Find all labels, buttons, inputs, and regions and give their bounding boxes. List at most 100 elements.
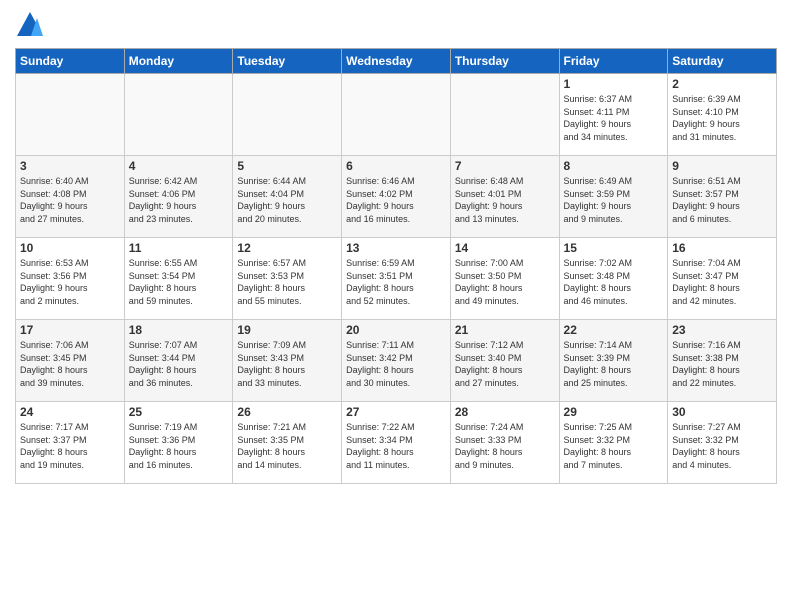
week-row-2: 3 Sunrise: 6:40 AM Sunset: 4:08 PM Daylig…	[16, 156, 777, 238]
day-info: Sunrise: 6:57 AM Sunset: 3:53 PM Dayligh…	[237, 257, 337, 307]
weekday-header-friday: Friday	[559, 49, 668, 74]
day-number: 3	[20, 159, 120, 173]
day-info: Sunrise: 7:24 AM Sunset: 3:33 PM Dayligh…	[455, 421, 555, 471]
calendar-cell: 18Sunrise: 7:07 AM Sunset: 3:44 PM Dayli…	[124, 320, 233, 402]
calendar-cell: 6 Sunrise: 6:46 AM Sunset: 4:02 PM Daylig…	[342, 156, 451, 238]
weekday-header-wednesday: Wednesday	[342, 49, 451, 74]
calendar-cell: 5 Sunrise: 6:44 AM Sunset: 4:04 PM Daylig…	[233, 156, 342, 238]
calendar-cell	[450, 74, 559, 156]
calendar-cell	[342, 74, 451, 156]
day-number: 8	[564, 159, 664, 173]
day-info: Sunrise: 7:25 AM Sunset: 3:32 PM Dayligh…	[564, 421, 664, 471]
day-number: 7	[455, 159, 555, 173]
day-number: 26	[237, 405, 337, 419]
day-info: Sunrise: 7:21 AM Sunset: 3:35 PM Dayligh…	[237, 421, 337, 471]
day-number: 16	[672, 241, 772, 255]
calendar-cell: 24 Sunrise: 7:17 AM Sunset: 3:37 PM Dayli…	[16, 402, 125, 484]
day-info: Sunrise: 6:51 AM Sunset: 3:57 PM Dayligh…	[672, 175, 772, 225]
calendar-cell: 10Sunrise: 6:53 AM Sunset: 3:56 PM Dayli…	[16, 238, 125, 320]
day-info: Sunrise: 6:55 AM Sunset: 3:54 PM Dayligh…	[129, 257, 229, 307]
day-info: Sunrise: 7:02 AM Sunset: 3:48 PM Dayligh…	[564, 257, 664, 307]
day-number: 15	[564, 241, 664, 255]
calendar-cell: 2Sunrise: 6:39 AM Sunset: 4:10 PM Daylig…	[668, 74, 777, 156]
calendar-cell: 19 Sunrise: 7:09 AM Sunset: 3:43 PM Dayli…	[233, 320, 342, 402]
weekday-header-saturday: Saturday	[668, 49, 777, 74]
calendar-cell: 25 Sunrise: 7:19 AM Sunset: 3:36 PM Dayli…	[124, 402, 233, 484]
day-number: 4	[129, 159, 229, 173]
day-number: 25	[129, 405, 229, 419]
calendar-cell: 15 Sunrise: 7:02 AM Sunset: 3:48 PM Dayli…	[559, 238, 668, 320]
calendar-cell: 20Sunrise: 7:11 AM Sunset: 3:42 PM Dayli…	[342, 320, 451, 402]
day-number: 17	[20, 323, 120, 337]
calendar-cell: 11 Sunrise: 6:55 AM Sunset: 3:54 PM Dayli…	[124, 238, 233, 320]
day-number: 13	[346, 241, 446, 255]
calendar-table: SundayMondayTuesdayWednesdayThursdayFrid…	[15, 48, 777, 484]
calendar-cell: 21Sunrise: 7:12 AM Sunset: 3:40 PM Dayli…	[450, 320, 559, 402]
day-number: 1	[564, 77, 664, 91]
calendar-cell: 28Sunrise: 7:24 AM Sunset: 3:33 PM Dayli…	[450, 402, 559, 484]
day-info: Sunrise: 7:27 AM Sunset: 3:32 PM Dayligh…	[672, 421, 772, 471]
day-info: Sunrise: 6:49 AM Sunset: 3:59 PM Dayligh…	[564, 175, 664, 225]
page: SundayMondayTuesdayWednesdayThursdayFrid…	[0, 0, 792, 612]
calendar-cell: 27 Sunrise: 7:22 AM Sunset: 3:34 PM Dayli…	[342, 402, 451, 484]
day-info: Sunrise: 7:19 AM Sunset: 3:36 PM Dayligh…	[129, 421, 229, 471]
day-info: Sunrise: 7:22 AM Sunset: 3:34 PM Dayligh…	[346, 421, 446, 471]
calendar-cell: 17 Sunrise: 7:06 AM Sunset: 3:45 PM Dayli…	[16, 320, 125, 402]
logo	[15, 10, 49, 40]
day-info: Sunrise: 7:06 AM Sunset: 3:45 PM Dayligh…	[20, 339, 120, 389]
calendar-cell: 7 Sunrise: 6:48 AM Sunset: 4:01 PM Daylig…	[450, 156, 559, 238]
weekday-header-row: SundayMondayTuesdayWednesdayThursdayFrid…	[16, 49, 777, 74]
calendar-cell: 22Sunrise: 7:14 AM Sunset: 3:39 PM Dayli…	[559, 320, 668, 402]
calendar-cell	[16, 74, 125, 156]
day-number: 12	[237, 241, 337, 255]
weekday-header-sunday: Sunday	[16, 49, 125, 74]
day-number: 11	[129, 241, 229, 255]
day-number: 14	[455, 241, 555, 255]
calendar-cell: 29Sunrise: 7:25 AM Sunset: 3:32 PM Dayli…	[559, 402, 668, 484]
day-info: Sunrise: 7:16 AM Sunset: 3:38 PM Dayligh…	[672, 339, 772, 389]
week-row-4: 17 Sunrise: 7:06 AM Sunset: 3:45 PM Dayli…	[16, 320, 777, 402]
calendar-cell: 26 Sunrise: 7:21 AM Sunset: 3:35 PM Dayli…	[233, 402, 342, 484]
day-number: 23	[672, 323, 772, 337]
day-info: Sunrise: 6:53 AM Sunset: 3:56 PM Dayligh…	[20, 257, 120, 307]
day-info: Sunrise: 7:09 AM Sunset: 3:43 PM Dayligh…	[237, 339, 337, 389]
calendar-cell	[233, 74, 342, 156]
week-row-3: 10Sunrise: 6:53 AM Sunset: 3:56 PM Dayli…	[16, 238, 777, 320]
calendar-cell: 8 Sunrise: 6:49 AM Sunset: 3:59 PM Daylig…	[559, 156, 668, 238]
logo-icon	[15, 10, 45, 40]
day-number: 6	[346, 159, 446, 173]
week-row-5: 24 Sunrise: 7:17 AM Sunset: 3:37 PM Dayli…	[16, 402, 777, 484]
weekday-header-tuesday: Tuesday	[233, 49, 342, 74]
day-info: Sunrise: 7:14 AM Sunset: 3:39 PM Dayligh…	[564, 339, 664, 389]
day-number: 5	[237, 159, 337, 173]
header	[15, 10, 777, 40]
weekday-header-monday: Monday	[124, 49, 233, 74]
calendar-cell: 3 Sunrise: 6:40 AM Sunset: 4:08 PM Daylig…	[16, 156, 125, 238]
day-number: 24	[20, 405, 120, 419]
day-info: Sunrise: 7:12 AM Sunset: 3:40 PM Dayligh…	[455, 339, 555, 389]
weekday-header-thursday: Thursday	[450, 49, 559, 74]
day-info: Sunrise: 7:17 AM Sunset: 3:37 PM Dayligh…	[20, 421, 120, 471]
calendar-cell: 12 Sunrise: 6:57 AM Sunset: 3:53 PM Dayli…	[233, 238, 342, 320]
week-row-1: 1 Sunrise: 6:37 AM Sunset: 4:11 PM Daylig…	[16, 74, 777, 156]
day-number: 27	[346, 405, 446, 419]
calendar-cell: 14Sunrise: 7:00 AM Sunset: 3:50 PM Dayli…	[450, 238, 559, 320]
day-info: Sunrise: 7:04 AM Sunset: 3:47 PM Dayligh…	[672, 257, 772, 307]
day-number: 9	[672, 159, 772, 173]
calendar-cell: 9 Sunrise: 6:51 AM Sunset: 3:57 PM Daylig…	[668, 156, 777, 238]
day-number: 30	[672, 405, 772, 419]
day-info: Sunrise: 6:59 AM Sunset: 3:51 PM Dayligh…	[346, 257, 446, 307]
day-number: 2	[672, 77, 772, 91]
day-number: 19	[237, 323, 337, 337]
day-info: Sunrise: 6:37 AM Sunset: 4:11 PM Dayligh…	[564, 93, 664, 143]
day-info: Sunrise: 6:46 AM Sunset: 4:02 PM Dayligh…	[346, 175, 446, 225]
calendar-cell: 23 Sunrise: 7:16 AM Sunset: 3:38 PM Dayli…	[668, 320, 777, 402]
day-info: Sunrise: 6:40 AM Sunset: 4:08 PM Dayligh…	[20, 175, 120, 225]
day-info: Sunrise: 6:42 AM Sunset: 4:06 PM Dayligh…	[129, 175, 229, 225]
day-info: Sunrise: 6:44 AM Sunset: 4:04 PM Dayligh…	[237, 175, 337, 225]
calendar-cell: 4 Sunrise: 6:42 AM Sunset: 4:06 PM Daylig…	[124, 156, 233, 238]
day-info: Sunrise: 6:48 AM Sunset: 4:01 PM Dayligh…	[455, 175, 555, 225]
calendar-cell: 16 Sunrise: 7:04 AM Sunset: 3:47 PM Dayli…	[668, 238, 777, 320]
calendar-cell: 13 Sunrise: 6:59 AM Sunset: 3:51 PM Dayli…	[342, 238, 451, 320]
calendar-cell	[124, 74, 233, 156]
